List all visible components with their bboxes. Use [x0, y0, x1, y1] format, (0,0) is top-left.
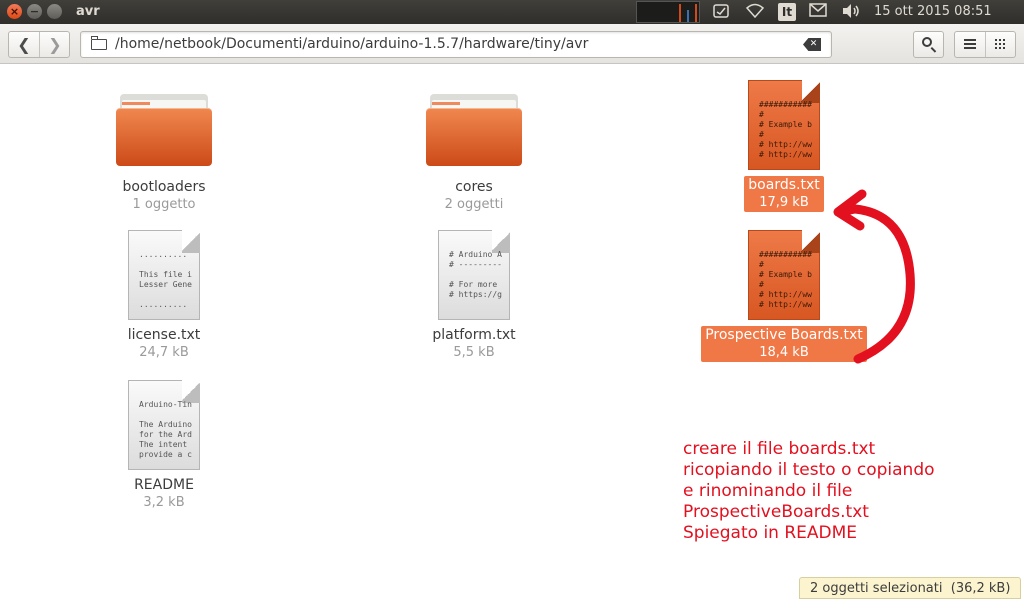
file-item-platform-txt[interactable]: # Arduino A # --------- # For more # htt…	[384, 230, 564, 362]
menu-button[interactable]	[955, 32, 986, 57]
text-file-icon: .......... This file i Lesser Gene .....…	[128, 230, 200, 320]
file-meta: 5,5 kB	[453, 345, 495, 360]
minimize-window-button[interactable]: −	[27, 4, 42, 19]
navigation-buttons: ❮ ❯	[8, 31, 70, 58]
text-file-icon: ########### # # Example b # # http://ww …	[748, 80, 820, 170]
clear-location-icon[interactable]: ✕	[803, 38, 821, 51]
file-name: license.txt	[127, 327, 201, 343]
search-button[interactable]	[913, 31, 944, 58]
top-panel: × − avr It 15 ott 2015 08:51	[0, 0, 1024, 24]
grid-view-button[interactable]	[986, 32, 1016, 57]
annotation-note: creare il file boards.txt ricopiando il …	[683, 439, 935, 543]
folder-icon	[116, 94, 212, 168]
grid-icon	[995, 39, 997, 41]
file-meta: 3,2 kB	[143, 495, 185, 510]
mail-icon[interactable]	[808, 3, 828, 21]
text-file-icon: ########### # # Example b # # http://ww …	[748, 230, 820, 320]
folder-icon	[90, 36, 107, 50]
clock[interactable]: 15 ott 2015 08:51	[874, 4, 992, 19]
file-item-cores[interactable]: cores 2 oggetti	[384, 94, 564, 214]
maximize-window-button[interactable]	[47, 4, 62, 19]
search-icon	[922, 37, 932, 47]
window-title: avr	[76, 4, 100, 19]
red-arrow-annotation	[833, 189, 915, 364]
close-window-button[interactable]: ×	[7, 4, 22, 19]
location-path[interactable]: /home/netbook/Documenti/arduino/arduino-…	[115, 36, 588, 52]
file-meta: 17,9 kB	[759, 195, 809, 210]
file-name: boards.txt	[748, 177, 820, 193]
file-item-bootloaders[interactable]: bootloaders 1 oggetto	[74, 94, 254, 214]
dropbox-icon[interactable]	[712, 3, 730, 21]
text-file-icon: Arduino-Tin The Arduino for the Ard The …	[128, 380, 200, 470]
text-file-icon: # Arduino A # --------- # For more # htt…	[438, 230, 510, 320]
folder-icon	[426, 94, 522, 168]
file-meta: 24,7 kB	[139, 345, 189, 360]
file-item-license-txt[interactable]: .......... This file i Lesser Gene .....…	[74, 230, 254, 362]
file-name: README	[134, 477, 194, 493]
keyboard-icon[interactable]: It	[778, 3, 796, 21]
file-meta: 2 oggetti	[444, 197, 504, 212]
toolbar: ❮ ❯ /home/netbook/Documenti/arduino/ardu…	[0, 24, 1024, 64]
file-item-readme[interactable]: Arduino-Tin The Arduino for the Ard The …	[74, 380, 254, 512]
view-buttons	[954, 31, 1016, 58]
volume-icon[interactable]	[840, 3, 862, 21]
file-meta: 1 oggetto	[132, 197, 196, 212]
file-name: bootloaders	[122, 179, 206, 195]
forward-button[interactable]: ❯	[40, 32, 70, 57]
system-monitor-icon[interactable]	[636, 1, 700, 23]
back-button[interactable]: ❮	[9, 32, 40, 57]
selection-status: 2 oggetti selezionati (36,2 kB)	[799, 577, 1022, 599]
location-bar[interactable]: /home/netbook/Documenti/arduino/arduino-…	[80, 31, 832, 58]
hamburger-icon	[964, 39, 976, 41]
wifi-icon[interactable]	[745, 3, 765, 21]
file-name: platform.txt	[432, 327, 516, 343]
file-name: cores	[455, 179, 493, 195]
